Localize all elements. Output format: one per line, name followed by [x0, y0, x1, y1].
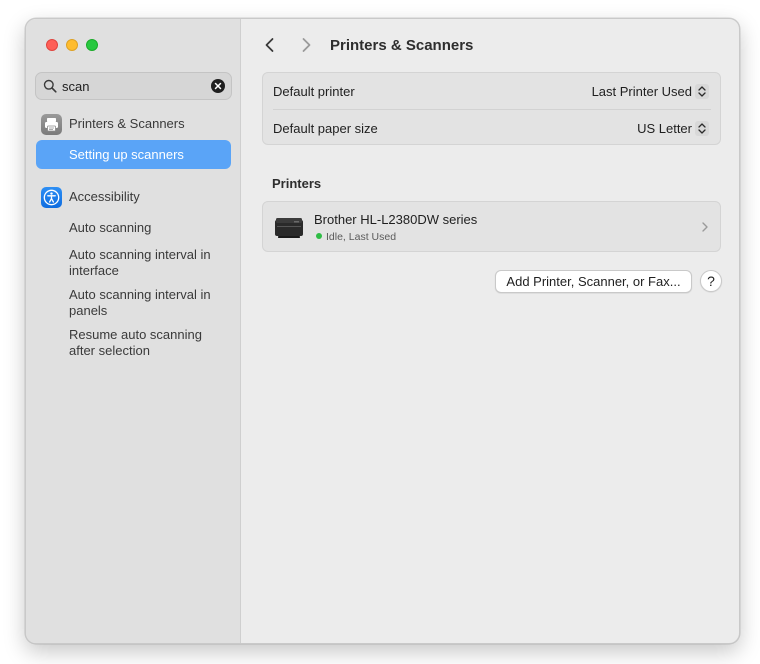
chevron-right-icon[interactable]: [297, 36, 315, 54]
sidebar-item-auto-scanning-interval-interface[interactable]: Auto scanning interval in interface: [69, 247, 229, 279]
clear-circle-icon[interactable]: [211, 79, 225, 93]
magnifying-glass-icon: [43, 79, 57, 93]
sidebar-item-auto-scanning-interval-panels[interactable]: Auto scanning interval in panels: [69, 287, 229, 319]
chevron-right-icon: [702, 222, 708, 232]
close-window-button[interactable]: [46, 39, 58, 51]
help-button[interactable]: ?: [700, 270, 722, 292]
search-input[interactable]: scan: [62, 79, 89, 95]
default-paper-size-popup-button[interactable]: [695, 121, 709, 136]
printer-status: Idle, Last Used: [316, 231, 396, 243]
sidebar-item-label: Accessibility: [69, 189, 140, 204]
settings-group: Default printer Last Printer Used Defaul…: [262, 72, 721, 145]
default-printer-row: Default printer Last Printer Used: [263, 73, 720, 109]
sidebar-item-label: Setting up scanners: [69, 147, 184, 162]
printer-name: Brother HL-L2380DW series: [314, 212, 478, 227]
default-paper-size-row: Default paper size US Letter: [263, 110, 720, 146]
default-printer-popup-button[interactable]: [695, 84, 709, 99]
sidebar: scan Printers & Scanners Setting up scan…: [26, 19, 241, 643]
default-paper-size-value[interactable]: US Letter: [637, 121, 692, 136]
accessibility-icon: [41, 187, 62, 208]
printer-status-text: Idle, Last Used: [326, 231, 397, 243]
sidebar-item-label: Printers & Scanners: [69, 116, 185, 131]
zoom-window-button[interactable]: [86, 39, 98, 51]
status-dot-icon: [316, 233, 322, 239]
printer-list-item[interactable]: Brother HL-L2380DW series Idle, Last Use…: [262, 201, 721, 252]
sidebar-item-accessibility[interactable]: Accessibility: [41, 187, 231, 209]
default-paper-size-label: Default paper size: [273, 121, 378, 136]
sidebar-item-resume-auto-scanning[interactable]: Resume auto scanning after selection: [69, 327, 229, 359]
add-printer-scanner-fax-button[interactable]: Add Printer, Scanner, or Fax...: [495, 270, 692, 293]
minimize-window-button[interactable]: [66, 39, 78, 51]
printer-icon: [41, 114, 62, 135]
page-title: Printers & Scanners: [330, 37, 474, 54]
chevron-left-icon[interactable]: [261, 36, 279, 54]
default-printer-label: Default printer: [273, 84, 355, 99]
sidebar-item-auto-scanning[interactable]: Auto scanning: [69, 220, 229, 236]
default-printer-value[interactable]: Last Printer Used: [592, 84, 692, 99]
system-settings-window: scan Printers & Scanners Setting up scan…: [25, 18, 740, 644]
search-field[interactable]: scan: [35, 72, 232, 100]
sidebar-item-setting-up-scanners[interactable]: Setting up scanners: [36, 140, 231, 169]
main-pane: Printers & Scanners Default printer Last…: [242, 19, 739, 643]
printer-thumbnail-icon: [275, 218, 303, 238]
sidebar-item-printers-scanners[interactable]: Printers & Scanners: [41, 114, 231, 136]
printers-heading: Printers: [272, 176, 322, 191]
